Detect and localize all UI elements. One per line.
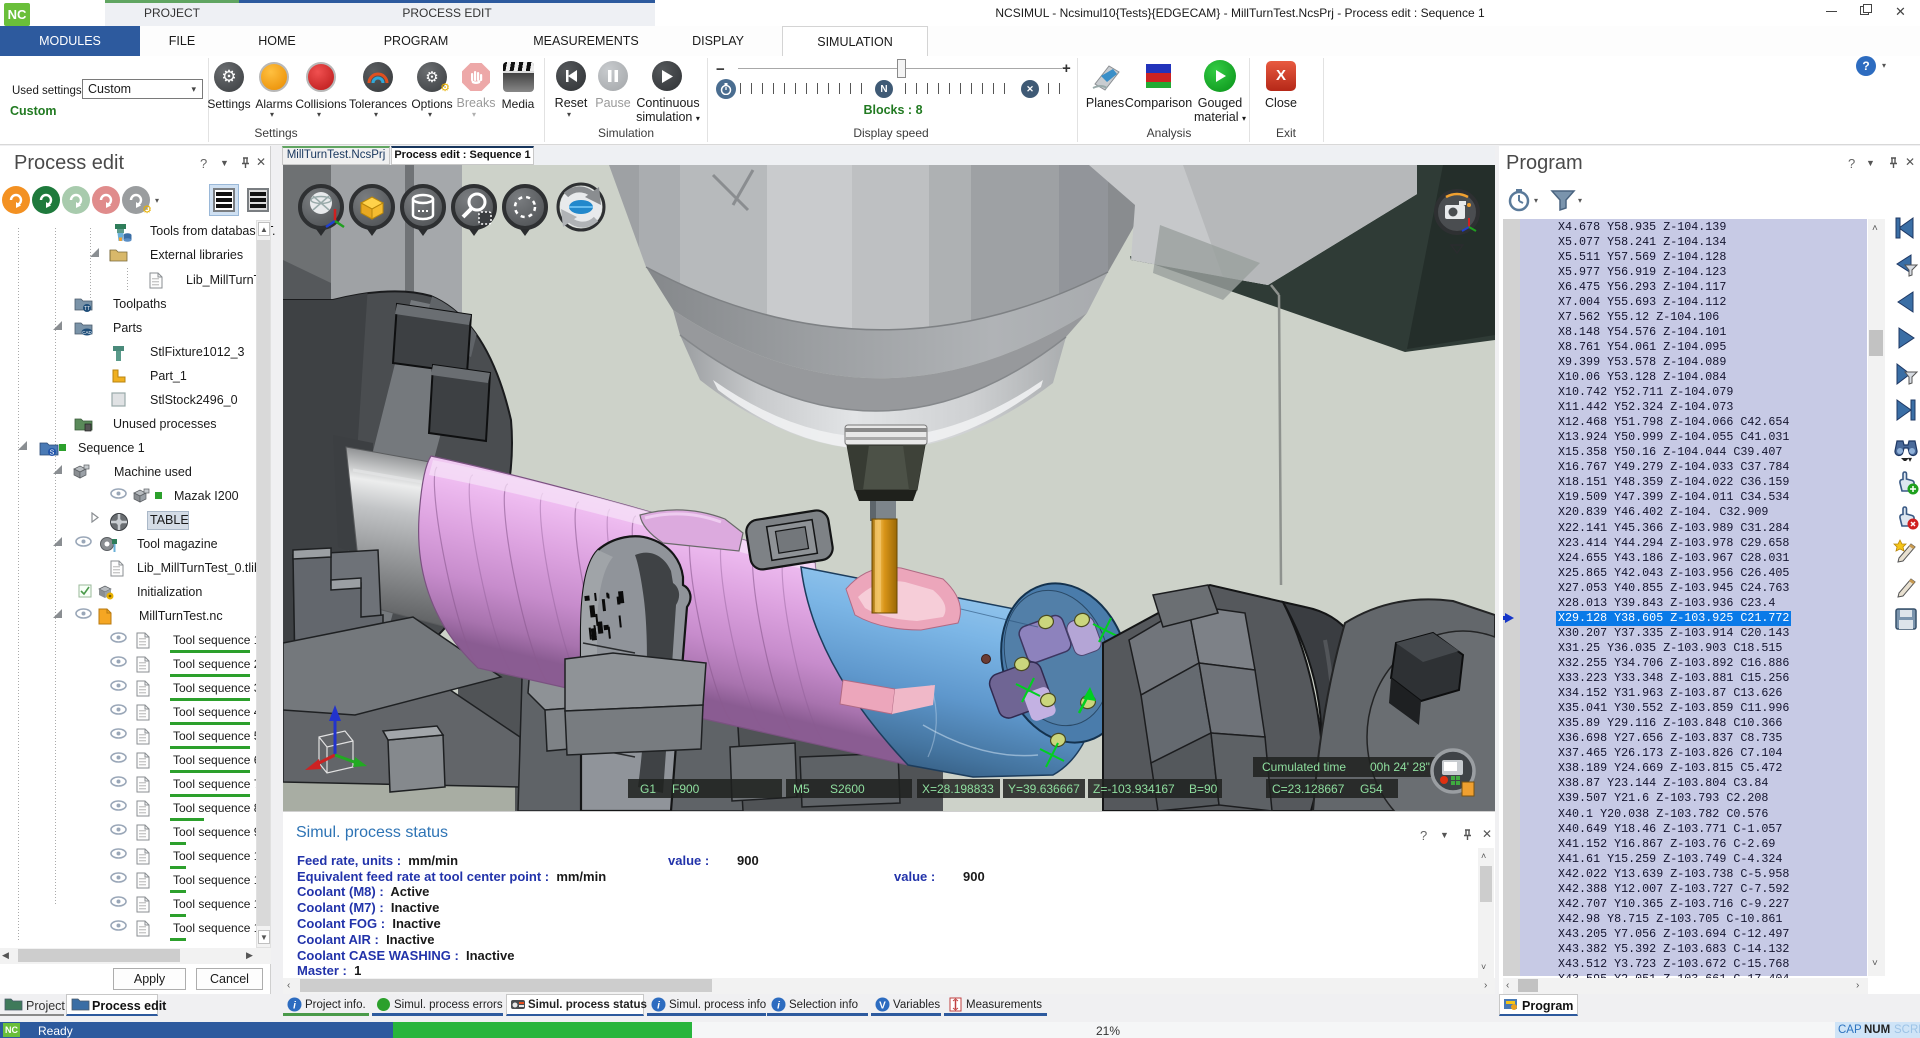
svg-text:Y=39.636667: Y=39.636667 xyxy=(1008,782,1080,796)
svg-text:Z=-103.934167: Z=-103.934167 xyxy=(1093,782,1175,796)
svg-text:S: S xyxy=(50,450,55,457)
svg-text:i: i xyxy=(657,1001,660,1012)
svg-text:00h 24' 28": 00h 24' 28" xyxy=(1370,760,1430,774)
svg-text:TT: TT xyxy=(84,306,90,312)
svg-text:i: i xyxy=(777,1001,780,1012)
svg-text:CAD: CAD xyxy=(82,330,92,335)
svg-text:X=28.198833: X=28.198833 xyxy=(922,782,994,796)
svg-text:S2600: S2600 xyxy=(830,782,865,796)
svg-text:V: V xyxy=(879,1001,886,1012)
svg-text:G54: G54 xyxy=(1360,782,1383,796)
svg-text:G1: G1 xyxy=(640,782,656,796)
svg-text:M5: M5 xyxy=(793,782,810,796)
svg-text:i: i xyxy=(293,1001,296,1012)
svg-text:Cumulated time: Cumulated time xyxy=(1262,760,1346,774)
svg-text:B=90: B=90 xyxy=(1189,782,1218,796)
svg-text:C=23.128667: C=23.128667 xyxy=(1272,782,1345,796)
svg-text:F900: F900 xyxy=(672,782,700,796)
